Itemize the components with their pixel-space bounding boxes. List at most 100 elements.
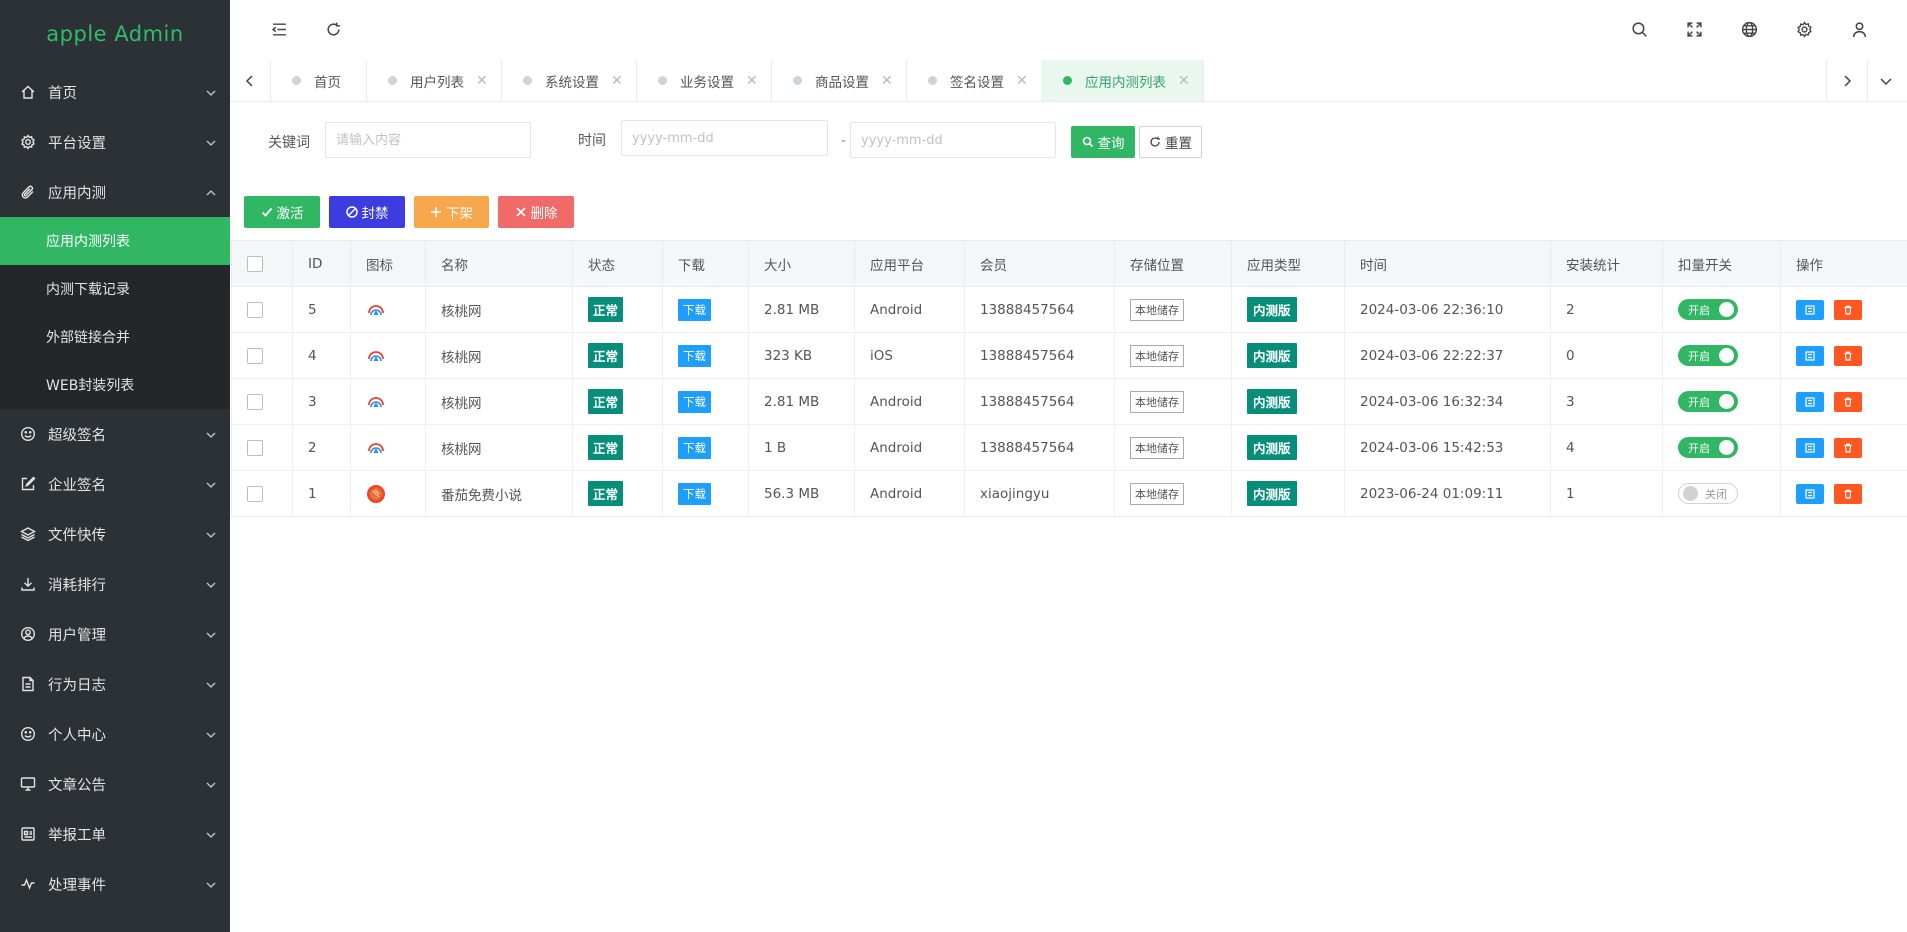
download-button[interactable]: 下载 [678, 344, 711, 367]
toggle-knob [1719, 348, 1734, 363]
id-cell: 1 [292, 470, 351, 517]
tab-3[interactable]: 业务设置 ✕ [636, 60, 772, 101]
select-all-checkbox[interactable] [247, 255, 263, 272]
sidebar-item-7[interactable]: 用户管理 [0, 609, 230, 659]
row-checkbox[interactable] [247, 347, 263, 364]
tab-5[interactable]: 签名设置 ✕ [906, 60, 1042, 101]
edit-button[interactable] [1796, 299, 1824, 320]
status-badge: 正常 [588, 297, 624, 322]
row-checkbox[interactable] [247, 439, 263, 456]
gear-icon[interactable] [1795, 20, 1813, 38]
delete-row-button[interactable] [1834, 345, 1862, 366]
activate-button[interactable]: 激活 [244, 196, 320, 228]
deduct-toggle[interactable]: 开启 [1678, 345, 1738, 366]
tab-scroll-right-icon[interactable] [1826, 60, 1868, 101]
reset-button[interactable]: 重置 [1139, 126, 1202, 158]
query-button[interactable]: 查询 [1071, 126, 1135, 158]
storage-cell: 本地储存 [1114, 378, 1232, 425]
installs-cell: 3 [1550, 378, 1663, 425]
sidebar-item-0[interactable]: 首页 [0, 67, 230, 117]
tab-close-icon[interactable]: ✕ [611, 73, 623, 89]
sidebar-item-10[interactable]: 文章公告 [0, 759, 230, 809]
row-select-cell [231, 332, 293, 379]
deduct-toggle[interactable]: 关闭 [1678, 483, 1738, 504]
delete-row-button[interactable] [1834, 483, 1862, 504]
edit-button[interactable] [1796, 483, 1824, 504]
sidebar-item-2[interactable]: 应用内测 [0, 167, 230, 217]
menu-fold-icon[interactable] [270, 20, 288, 38]
edit-button[interactable] [1796, 391, 1824, 412]
status-cell: 正常 [572, 378, 663, 425]
toggle-knob [1719, 440, 1734, 455]
start-date-input[interactable] [621, 120, 828, 156]
check-icon [261, 207, 272, 217]
user-icon[interactable] [1850, 20, 1868, 38]
installs-cell: 2 [1550, 286, 1663, 333]
sidebar-item-11[interactable]: 举报工单 [0, 809, 230, 859]
tab-close-icon[interactable]: ✕ [476, 73, 488, 89]
search-icon[interactable] [1630, 20, 1648, 38]
download-button[interactable]: 下载 [678, 482, 711, 505]
fullscreen-icon[interactable] [1685, 20, 1703, 38]
sidebar-subitem-3[interactable]: WEB封装列表 [0, 361, 230, 409]
ban-button[interactable]: 封禁 [329, 196, 405, 228]
edit-button[interactable] [1796, 345, 1824, 366]
end-date-input[interactable] [850, 122, 1056, 158]
globe-icon[interactable] [1740, 20, 1758, 38]
sidebar-item-3[interactable]: 超级签名 [0, 409, 230, 459]
tab-close-icon[interactable]: ✕ [881, 73, 893, 89]
column-header: 会员 [964, 240, 1115, 287]
deduct-switch-cell: 开启 [1662, 332, 1781, 379]
sidebar-item-9[interactable]: 个人中心 [0, 709, 230, 759]
app-logo[interactable]: apple Admin [0, 0, 230, 67]
tab-scroll-left-icon[interactable] [230, 60, 271, 101]
sidebar-item-4[interactable]: 企业签名 [0, 459, 230, 509]
tab-2[interactable]: 系统设置 ✕ [501, 60, 637, 101]
sidebar-item-1[interactable]: 平台设置 [0, 117, 230, 167]
platform-cell: Android [854, 286, 965, 333]
sidebar-item-6[interactable]: 消耗排行 [0, 559, 230, 609]
tab-menu-chevron-down-icon[interactable] [1866, 60, 1906, 101]
sidebar-subitem-0[interactable]: 应用内测列表 [0, 217, 230, 265]
refresh-icon[interactable] [324, 20, 342, 38]
download-button[interactable]: 下载 [678, 390, 711, 413]
sidebar-item-label: 举报工单 [48, 827, 106, 844]
tab-6[interactable]: 应用内测列表 ✕ [1041, 60, 1204, 101]
tab-close-icon[interactable]: ✕ [746, 73, 758, 89]
row-checkbox[interactable] [247, 301, 263, 318]
sidebar-item-label: 首页 [48, 85, 77, 102]
tab-label: 用户列表 [410, 74, 464, 91]
tab-close-icon[interactable]: ✕ [1178, 73, 1190, 89]
sidebar-item-label: 用户管理 [48, 627, 106, 644]
column-header: 时间 [1344, 240, 1551, 287]
tab-4[interactable]: 商品设置 ✕ [771, 60, 907, 101]
takedown-button[interactable]: 下架 [414, 196, 489, 228]
query-button-label: 查询 [1097, 136, 1125, 152]
delete-row-button[interactable] [1834, 391, 1862, 412]
tab-0[interactable]: 首页 [270, 60, 367, 101]
delete-row-button[interactable] [1834, 437, 1862, 458]
tab-1[interactable]: 用户列表 ✕ [366, 60, 502, 101]
tab-close-icon[interactable]: ✕ [1016, 73, 1028, 89]
sidebar-subitem-1[interactable]: 内测下载记录 [0, 265, 230, 313]
deduct-toggle[interactable]: 开启 [1678, 299, 1738, 320]
sidebar-item-12[interactable]: 处理事件 [0, 859, 230, 909]
edit-button[interactable] [1796, 437, 1824, 458]
edit-icon [20, 476, 36, 492]
delete-button[interactable]: 删除 [498, 196, 574, 228]
row-checkbox[interactable] [247, 393, 263, 410]
download-cell: 下载 [662, 470, 749, 517]
chevron-down-icon [206, 878, 216, 888]
download-button[interactable]: 下载 [678, 298, 711, 321]
sidebar-subitem-2[interactable]: 外部链接合并 [0, 313, 230, 361]
deduct-toggle[interactable]: 开启 [1678, 391, 1738, 412]
deduct-toggle[interactable]: 开启 [1678, 437, 1738, 458]
keyword-input[interactable] [325, 122, 531, 158]
download-button[interactable]: 下载 [678, 436, 711, 459]
sidebar-item-5[interactable]: 文件快传 [0, 509, 230, 559]
column-header: 扣量开关 [1662, 240, 1781, 287]
delete-row-button[interactable] [1834, 299, 1862, 320]
sidebar-item-8[interactable]: 行为日志 [0, 659, 230, 709]
takedown-button-label: 下架 [446, 206, 473, 222]
row-checkbox[interactable] [247, 485, 263, 502]
